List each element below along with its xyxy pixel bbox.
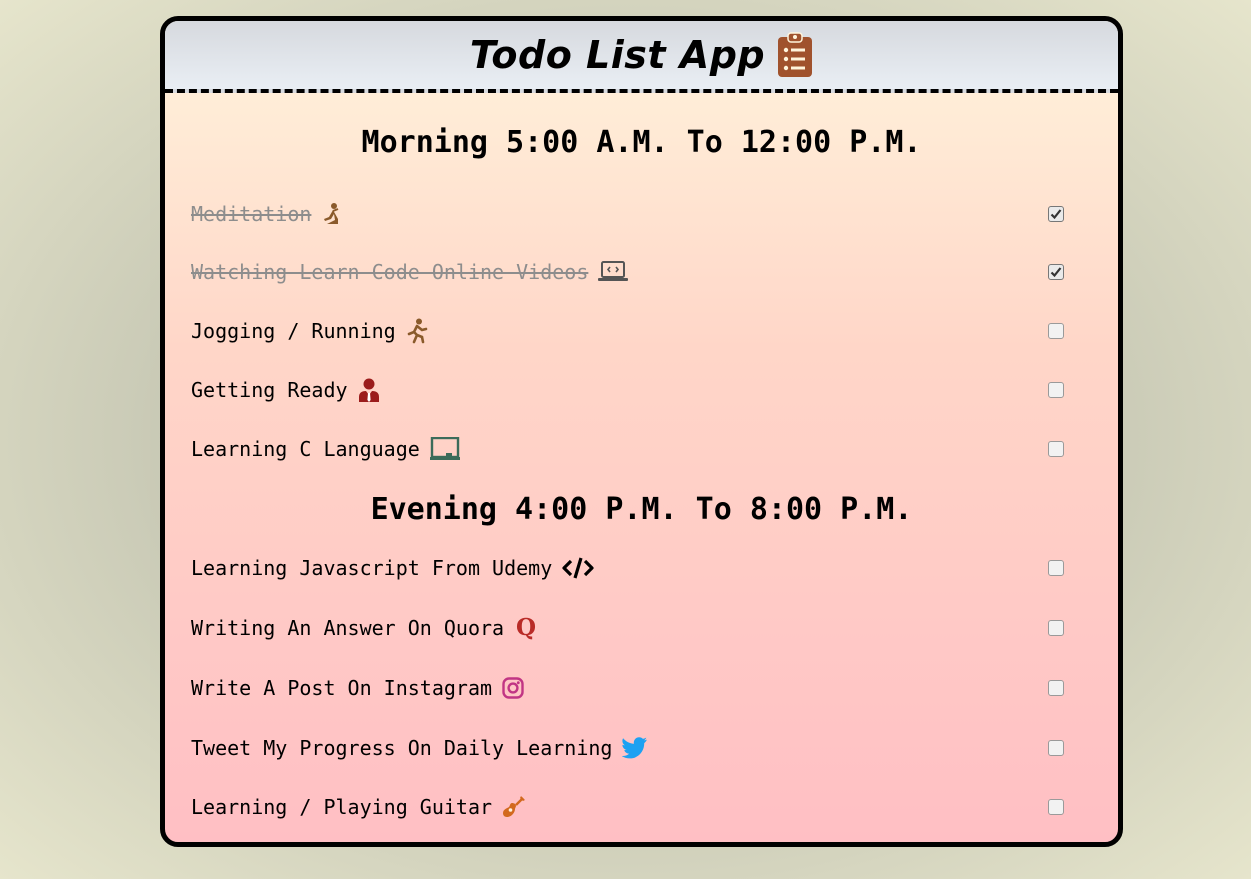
task-checkbox[interactable]	[1048, 206, 1064, 222]
clipboard-list-icon	[777, 32, 813, 78]
task-label: Write A Post On Instagram	[191, 676, 493, 700]
task-label: Getting Ready	[191, 377, 348, 402]
task-item: Getting Ready	[165, 360, 1118, 419]
laptop-code-icon	[598, 260, 629, 284]
app-title: Todo List App	[469, 33, 766, 77]
task-checkbox[interactable]	[1048, 322, 1064, 339]
morning-task-list: Meditation Watching Learn Code Online Vi…	[165, 185, 1118, 478]
task-label: Learning / Playing Guitar	[191, 794, 493, 819]
meditation-icon	[321, 202, 341, 226]
app-header: Todo List App	[165, 21, 1118, 93]
chalkboard-icon	[429, 436, 460, 461]
task-label: Meditation	[191, 202, 312, 226]
quora-icon: Q	[514, 616, 538, 640]
task-checkbox[interactable]	[1048, 739, 1064, 756]
task-item: Learning C Language	[165, 419, 1118, 478]
task-item: Learning / Playing Guitar	[165, 777, 1118, 836]
task-checkbox[interactable]	[1048, 680, 1064, 696]
task-item: Tweet My Progress On Daily Learning	[165, 718, 1118, 777]
task-checkbox[interactable]	[1048, 440, 1064, 457]
task-checkbox[interactable]	[1048, 620, 1064, 636]
task-label: Watching Learn Code Online Videos	[191, 260, 589, 284]
task-label: Tweet My Progress On Daily Learning	[191, 735, 613, 760]
instagram-icon	[502, 677, 524, 699]
task-checkbox[interactable]	[1048, 560, 1064, 576]
task-item: Learning Javascript From Udemy	[165, 538, 1118, 598]
todo-card: Todo List App Morning 5:00 A.M. To 12:00…	[160, 16, 1123, 847]
task-label: Learning C Language	[191, 436, 420, 461]
task-label: Learning Javascript From Udemy	[191, 556, 553, 580]
svg-text:Q: Q	[516, 616, 536, 640]
user-tie-icon	[358, 378, 380, 402]
twitter-icon	[622, 736, 648, 759]
morning-section-title: Morning 5:00 A.M. To 12:00 P.M.	[361, 125, 922, 160]
evening-task-list: Learning Javascript From Udemy Writing A…	[165, 538, 1118, 836]
task-item: Write A Post On Instagram	[165, 658, 1118, 718]
task-label: Writing An Answer On Quora	[191, 616, 505, 640]
task-checkbox[interactable]	[1048, 264, 1064, 280]
task-checkbox[interactable]	[1048, 798, 1064, 815]
guitar-icon	[502, 795, 526, 819]
task-label: Jogging / Running	[191, 318, 396, 343]
code-icon	[562, 557, 594, 579]
task-item: Meditation	[165, 185, 1118, 243]
task-checkbox[interactable]	[1048, 381, 1064, 398]
running-icon	[406, 318, 428, 344]
task-item: Watching Learn Code Online Videos	[165, 243, 1118, 301]
task-item: Jogging / Running	[165, 301, 1118, 360]
task-item: Writing An Answer On Quora Q	[165, 598, 1118, 658]
evening-section-title: Evening 4:00 P.M. To 8:00 P.M.	[370, 492, 913, 527]
